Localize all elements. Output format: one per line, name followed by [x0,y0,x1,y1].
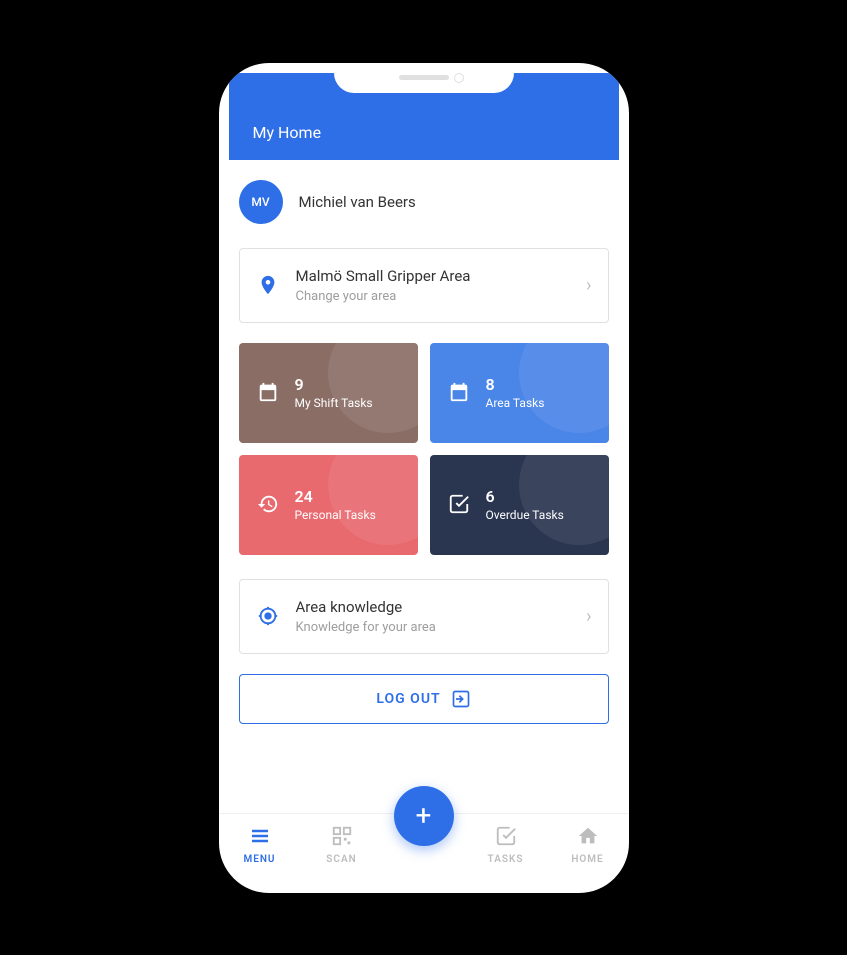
avatar: MV [239,180,283,224]
calendar-icon [257,381,281,405]
tile-count: 9 [295,375,373,394]
calendar-icon [448,381,472,405]
nav-label: TASKS [488,854,524,865]
nav-label: HOME [571,854,603,865]
chevron-right-icon: › [586,275,591,296]
nav-scan[interactable]: SCAN [312,824,372,865]
nav-label: SCAN [326,854,356,865]
tile-count: 6 [486,487,564,506]
logout-button[interactable]: LOG OUT [239,674,609,724]
menu-icon [248,824,272,848]
tile-label: Area Tasks [486,396,545,410]
user-profile-row[interactable]: MV Michiel van Beers [239,180,609,224]
area-subtitle: Change your area [296,289,571,304]
tile-count: 24 [295,487,376,506]
checkbox-icon [494,824,518,848]
area-knowledge-card[interactable]: Area knowledge Knowledge for your area › [239,579,609,654]
area-selector-card[interactable]: Malmö Small Gripper Area Change your are… [239,248,609,323]
nav-home[interactable]: HOME [558,824,618,865]
tile-label: My Shift Tasks [295,396,373,410]
bottom-navigation: + MENU SCAN [219,813,629,893]
target-icon [256,604,280,628]
knowledge-subtitle: Knowledge for your area [296,620,571,635]
fab-add-button[interactable]: + [394,786,454,846]
nav-menu[interactable]: MENU [230,824,290,865]
qr-icon [330,824,354,848]
tile-label: Overdue Tasks [486,508,564,522]
location-pin-icon [256,273,280,297]
logout-label: LOG OUT [376,691,440,707]
plus-icon: + [416,799,432,832]
knowledge-title: Area knowledge [296,598,571,616]
nav-label: MENU [243,854,275,865]
area-title: Malmö Small Gripper Area [296,267,571,285]
tile-label: Personal Tasks [295,508,376,522]
task-tiles-grid: 9 My Shift Tasks 8 Area Tasks [239,343,609,555]
user-name: Michiel van Beers [299,193,416,211]
logout-icon [451,689,471,709]
home-icon [576,824,600,848]
nav-tasks[interactable]: TASKS [476,824,536,865]
page-title: My Home [253,123,595,142]
area-tasks-tile[interactable]: 8 Area Tasks [430,343,609,443]
history-icon [257,493,281,517]
shift-tasks-tile[interactable]: 9 My Shift Tasks [239,343,418,443]
phone-frame: My Home MV Michiel van Beers Malmö Small… [219,63,629,893]
chevron-right-icon: › [586,606,591,627]
personal-tasks-tile[interactable]: 24 Personal Tasks [239,455,418,555]
tile-count: 8 [486,375,545,394]
phone-notch [334,63,514,93]
checkbox-icon [448,493,472,517]
overdue-tasks-tile[interactable]: 6 Overdue Tasks [430,455,609,555]
